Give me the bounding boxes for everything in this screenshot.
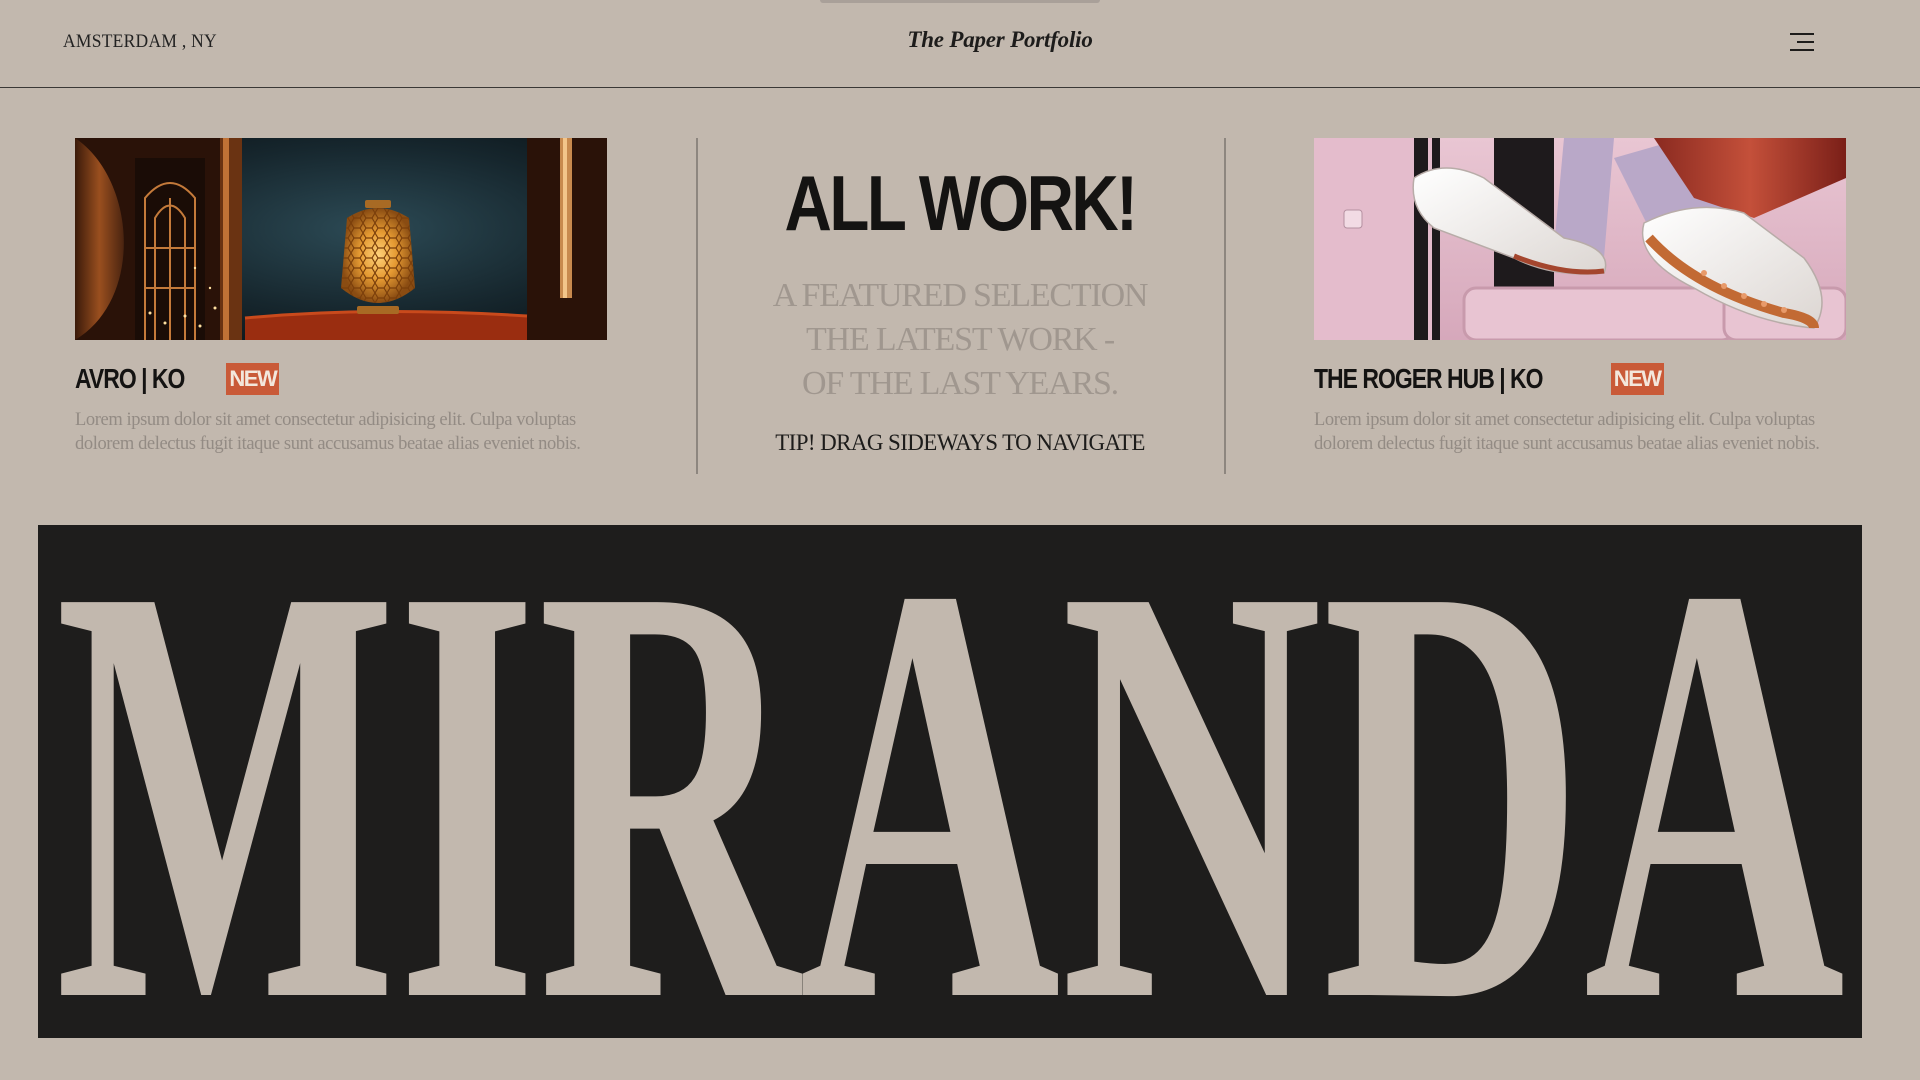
sneakers-scene-image [1314, 138, 1846, 340]
project-card-avro[interactable]: AVRO | KO NEW Lorem ipsum dolor sit amet… [75, 138, 607, 456]
menu-line [1790, 33, 1814, 35]
project-image-sneakers[interactable] [1314, 138, 1846, 340]
project-title[interactable]: THE ROGER HUB | KO [1314, 363, 1544, 395]
hero-word: MIRANDA [55, 525, 1845, 1038]
subtitle-line: OF THE LAST YEARS. [802, 365, 1119, 402]
top-scroll-indicator [820, 0, 1100, 3]
project-image-lantern[interactable] [75, 138, 607, 340]
intro-section: ALL WORK! A FEATURED SELECTION THE LATES… [700, 160, 1220, 456]
new-badge: NEW [226, 363, 280, 395]
project-title[interactable]: AVRO | KO [75, 363, 185, 395]
brand-logo[interactable]: The Paper Portfolio [860, 27, 1140, 53]
intro-subtitle: A FEATURED SELECTION THE LATEST WORK - O… [700, 274, 1220, 406]
project-title-row: AVRO | KO NEW [75, 363, 607, 395]
project-description: Lorem ipsum dolor sit amet consectetur a… [1314, 410, 1820, 454]
column-divider [1224, 138, 1226, 474]
subtitle-line: A FEATURED SELECTION [772, 277, 1149, 314]
new-badge: NEW [1610, 363, 1664, 395]
subtitle-line: THE LATEST WORK - [806, 321, 1115, 358]
hero-banner[interactable]: MIRANDA [38, 525, 1862, 1038]
lantern-scene-image [75, 138, 607, 340]
project-card-roger-hub[interactable]: THE ROGER HUB | KO NEW Lorem ipsum dolor… [1314, 138, 1846, 456]
hamburger-menu-icon[interactable] [1788, 28, 1816, 56]
navigation-tip: TIP! DRAG SIDEWAYS TO NAVIGATE [775, 430, 1145, 455]
menu-line [1797, 41, 1814, 43]
project-title-row: THE ROGER HUB | KO NEW [1314, 363, 1846, 395]
hero-wordmark: MIRANDA [55, 525, 1845, 1038]
column-divider [696, 138, 698, 474]
location-label: AMSTERDAM , NY [63, 31, 217, 52]
menu-line [1790, 49, 1814, 51]
project-description: Lorem ipsum dolor sit amet consectetur a… [75, 410, 581, 454]
page-title: ALL WORK! [784, 159, 1138, 247]
site-header: AMSTERDAM , NY The Paper Portfolio [0, 0, 1920, 88]
